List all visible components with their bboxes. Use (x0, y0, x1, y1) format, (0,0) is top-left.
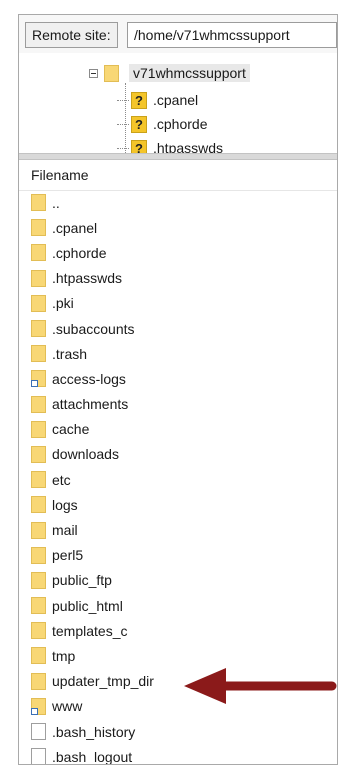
tree-node-label: .cphorde (153, 116, 208, 132)
folder-icon (31, 420, 46, 438)
file-name: www (52, 698, 83, 715)
unknown-folder-icon: ? (131, 115, 147, 133)
file-row[interactable]: logs (19, 492, 337, 517)
tree-node-label: v71whmcssupport (129, 64, 250, 82)
file-name: tmp (52, 647, 76, 664)
file-row[interactable]: .htpasswds (19, 266, 337, 291)
file-row[interactable]: .bash_history (19, 719, 337, 744)
folder-link-icon (31, 370, 46, 388)
folder-icon (31, 395, 46, 413)
file-name: downloads (52, 446, 119, 463)
tree-connector (117, 147, 129, 149)
folder-icon (31, 647, 46, 665)
file-name: .. (52, 194, 60, 211)
file-name: perl5 (52, 547, 84, 564)
folder-icon (31, 194, 46, 212)
file-name: templates_c (52, 622, 128, 639)
file-name: .bash_logout (52, 748, 133, 765)
file-name: .pki (52, 295, 74, 312)
tree-connector (117, 123, 129, 125)
tree-node-label: .cpanel (153, 92, 199, 108)
folder-icon (31, 546, 46, 564)
folder-icon (31, 294, 46, 312)
pane-splitter[interactable] (19, 153, 337, 160)
file-row[interactable]: .bash_logout (19, 744, 337, 765)
file-name: updater_tmp_dir (52, 673, 154, 690)
file-name: .cpanel (52, 219, 98, 236)
file-row[interactable]: mail (19, 517, 337, 542)
file-row[interactable]: public_ftp (19, 568, 337, 593)
folder-icon (31, 571, 46, 589)
folder-icon (31, 345, 46, 363)
file-name: attachments (52, 396, 129, 413)
annotation-arrow-icon (184, 668, 337, 704)
unknown-folder-icon: ? (131, 91, 147, 109)
file-name: access-logs (52, 370, 126, 387)
file-name: cache (52, 421, 90, 438)
file-row[interactable]: etc (19, 467, 337, 492)
file-icon (31, 723, 46, 741)
folder-icon (31, 496, 46, 514)
folder-icon (31, 521, 46, 539)
file-name: .cphorde (52, 244, 107, 261)
file-name: .htpasswds (52, 270, 123, 287)
folder-icon (31, 622, 46, 640)
remote-site-label: Remote site: (25, 22, 118, 48)
remote-site-path-input[interactable]: /home/v71whmcssupport (127, 22, 337, 48)
file-name: .bash_history (52, 723, 136, 740)
file-name: etc (52, 471, 71, 488)
folder-icon (31, 269, 46, 287)
remote-site-bar: Remote site: /home/v71whmcssupport (19, 15, 337, 53)
tree-node-cphorde[interactable]: ? .cphorde (117, 113, 207, 135)
folder-icon (104, 64, 119, 82)
folder-icon (31, 219, 46, 237)
remote-directory-tree: v71whmcssupport ? .cpanel ? .cphorde ? .… (19, 53, 337, 179)
file-row[interactable]: .cphorde (19, 240, 337, 265)
folder-icon (31, 672, 46, 690)
file-name: public_ftp (52, 572, 112, 589)
file-name: mail (52, 522, 78, 539)
file-row[interactable]: .pki (19, 291, 337, 316)
file-icon (31, 748, 46, 764)
collapse-icon[interactable] (89, 68, 98, 78)
folder-link-icon (31, 697, 46, 715)
file-row[interactable]: public_html (19, 593, 337, 618)
file-row[interactable]: cache (19, 417, 337, 442)
tree-node-root[interactable]: v71whmcssupport (89, 62, 250, 84)
file-row[interactable]: .. (19, 190, 337, 215)
folder-icon (31, 445, 46, 463)
file-row[interactable]: templates_c (19, 618, 337, 643)
file-row[interactable]: .subaccounts (19, 316, 337, 341)
file-row[interactable]: .trash (19, 341, 337, 366)
ftp-remote-pane: Remote site: /home/v71whmcssupport v71wh… (18, 14, 338, 765)
tree-connector (117, 99, 129, 101)
folder-icon (31, 471, 46, 489)
file-row[interactable]: perl5 (19, 543, 337, 568)
file-name: .trash (52, 345, 88, 362)
file-row[interactable]: attachments (19, 392, 337, 417)
file-row[interactable]: .cpanel (19, 215, 337, 240)
file-name: public_html (52, 597, 123, 614)
folder-icon (31, 320, 46, 338)
file-row[interactable]: downloads (19, 442, 337, 467)
tree-node-cpanel[interactable]: ? .cpanel (117, 89, 198, 111)
folder-icon (31, 244, 46, 262)
folder-icon (31, 597, 46, 615)
file-name: .subaccounts (52, 320, 135, 337)
file-name: logs (52, 496, 78, 513)
file-row[interactable]: access-logs (19, 366, 337, 391)
column-header-filename[interactable]: Filename (19, 160, 337, 191)
